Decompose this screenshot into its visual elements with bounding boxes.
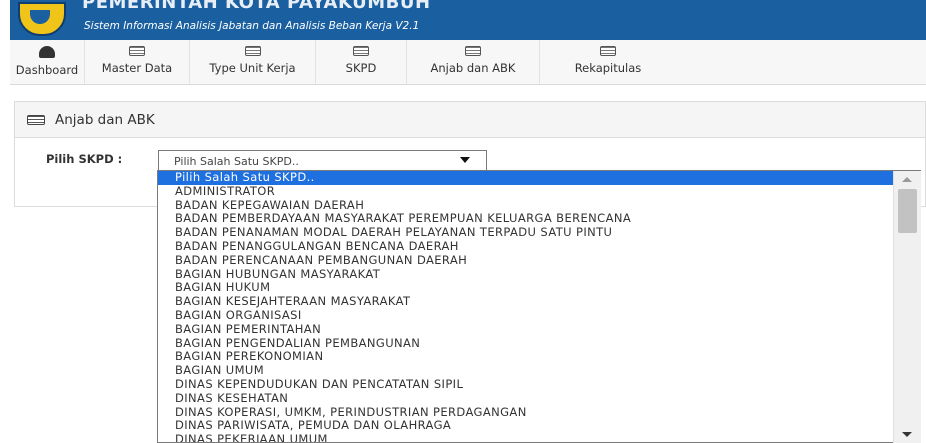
list-icon xyxy=(465,46,481,56)
dashboard-icon xyxy=(39,46,55,58)
nav-label: Anjab dan ABK xyxy=(430,61,516,75)
dropdown-option[interactable]: BADAN KEPEGAWAIAN DAERAH xyxy=(158,198,920,213)
dropdown-option[interactable]: Pilih Salah Satu SKPD.. xyxy=(158,171,920,185)
nav-label: Rekapitulas xyxy=(574,61,642,75)
nav-label: Dashboard xyxy=(15,63,79,77)
nav-master-data[interactable]: Master Data xyxy=(85,40,190,84)
skpd-dropdown-list: Pilih Salah Satu SKPD.. ADMINISTRATOR BA… xyxy=(157,170,921,443)
city-logo-icon xyxy=(18,2,66,36)
app-title: PEMERINTAH KOTA PAYAKUMBUH xyxy=(82,0,431,13)
dropdown-option[interactable]: BADAN PENANAMAN MODAL DAERAH PELAYANAN T… xyxy=(158,225,920,240)
nav-label: Type Unit Kerja xyxy=(209,61,296,75)
list-icon xyxy=(244,46,261,56)
dropdown-option[interactable]: DINAS PARIWISATA, PEMUDA DAN OLAHRAGA xyxy=(158,419,920,433)
dropdown-option[interactable]: DINAS PEKERJAAN UMUM xyxy=(158,432,920,442)
list-icon xyxy=(353,46,369,56)
dropdown-option[interactable]: DINAS KESEHATAN xyxy=(158,391,920,406)
scroll-up-arrow-icon[interactable] xyxy=(902,177,912,182)
list-icon xyxy=(27,114,45,125)
nav-type-unit-kerja[interactable]: Type Unit Kerja xyxy=(190,40,316,84)
nav-skpd[interactable]: SKPD xyxy=(316,40,407,84)
dropdown-option[interactable]: ADMINISTRATOR xyxy=(158,184,920,199)
dropdown-option[interactable]: DINAS KOPERASI, UMKM, PERINDUSTRIAN PERD… xyxy=(158,405,920,420)
dropdown-option[interactable]: BAGIAN PEREKONOMIAN xyxy=(158,350,920,364)
dropdown-option[interactable]: BAGIAN HUBUNGAN MASYARAKAT xyxy=(158,267,920,282)
dropdown-option[interactable]: BAGIAN KESEJAHTERAAN MASYARAKAT xyxy=(158,294,920,309)
list-icon xyxy=(129,46,145,56)
nav-label: SKPD xyxy=(345,61,377,75)
app-subtitle: Sistem Informasi Analisis Jabatan dan An… xyxy=(84,20,420,32)
dropdown-option[interactable]: DINAS KEPENDUDUKAN DAN PENCATATAN SIPIL xyxy=(158,377,920,392)
pilih-skpd-label: Pilih SKPD : xyxy=(46,152,123,166)
dropdown-option[interactable]: BAGIAN ORGANISASI xyxy=(158,308,920,323)
dropdown-option[interactable]: BADAN PERENCANAAN PEMBANGUNAN DAERAH xyxy=(158,253,920,268)
nav-label: Master Data xyxy=(101,61,173,75)
panel-header: Anjab dan ABK xyxy=(15,102,925,138)
dropdown-option[interactable]: BAGIAN PENGENDALIAN PEMBANGUNAN xyxy=(158,336,920,351)
list-icon xyxy=(600,46,616,56)
dropdown-option[interactable]: BADAN PENANGGULANGAN BENCANA DAERAH xyxy=(158,239,920,254)
skpd-select-value: Pilih Salah Satu SKPD.. xyxy=(174,155,299,168)
app-header: PEMERINTAH KOTA PAYAKUMBUH Sistem Inform… xyxy=(10,0,926,40)
nav-anjab-abk[interactable]: Anjab dan ABK xyxy=(407,40,540,84)
dropdown-scrollbar[interactable] xyxy=(893,171,921,443)
main-nav: Dashboard Master Data Type Unit Kerja SK… xyxy=(10,40,926,85)
dropdown-arrow-icon xyxy=(460,157,470,163)
dropdown-option[interactable]: BAGIAN HUKUM xyxy=(158,281,920,295)
dropdown-option[interactable]: BAGIAN UMUM xyxy=(158,363,920,378)
nav-rekapitulasi[interactable]: Rekapitulas xyxy=(540,40,650,84)
scroll-down-arrow-icon[interactable] xyxy=(902,432,912,437)
skpd-select[interactable]: Pilih Salah Satu SKPD.. xyxy=(158,150,487,171)
dropdown-option[interactable]: BADAN PEMBERDAYAAN MASYARAKAT PEREMPUAN … xyxy=(158,212,920,226)
nav-dashboard[interactable]: Dashboard xyxy=(10,40,85,84)
scrollbar-thumb[interactable] xyxy=(898,189,917,233)
panel-title: Anjab dan ABK xyxy=(55,111,155,128)
dropdown-option[interactable]: BAGIAN PEMERINTAHAN xyxy=(158,322,920,337)
